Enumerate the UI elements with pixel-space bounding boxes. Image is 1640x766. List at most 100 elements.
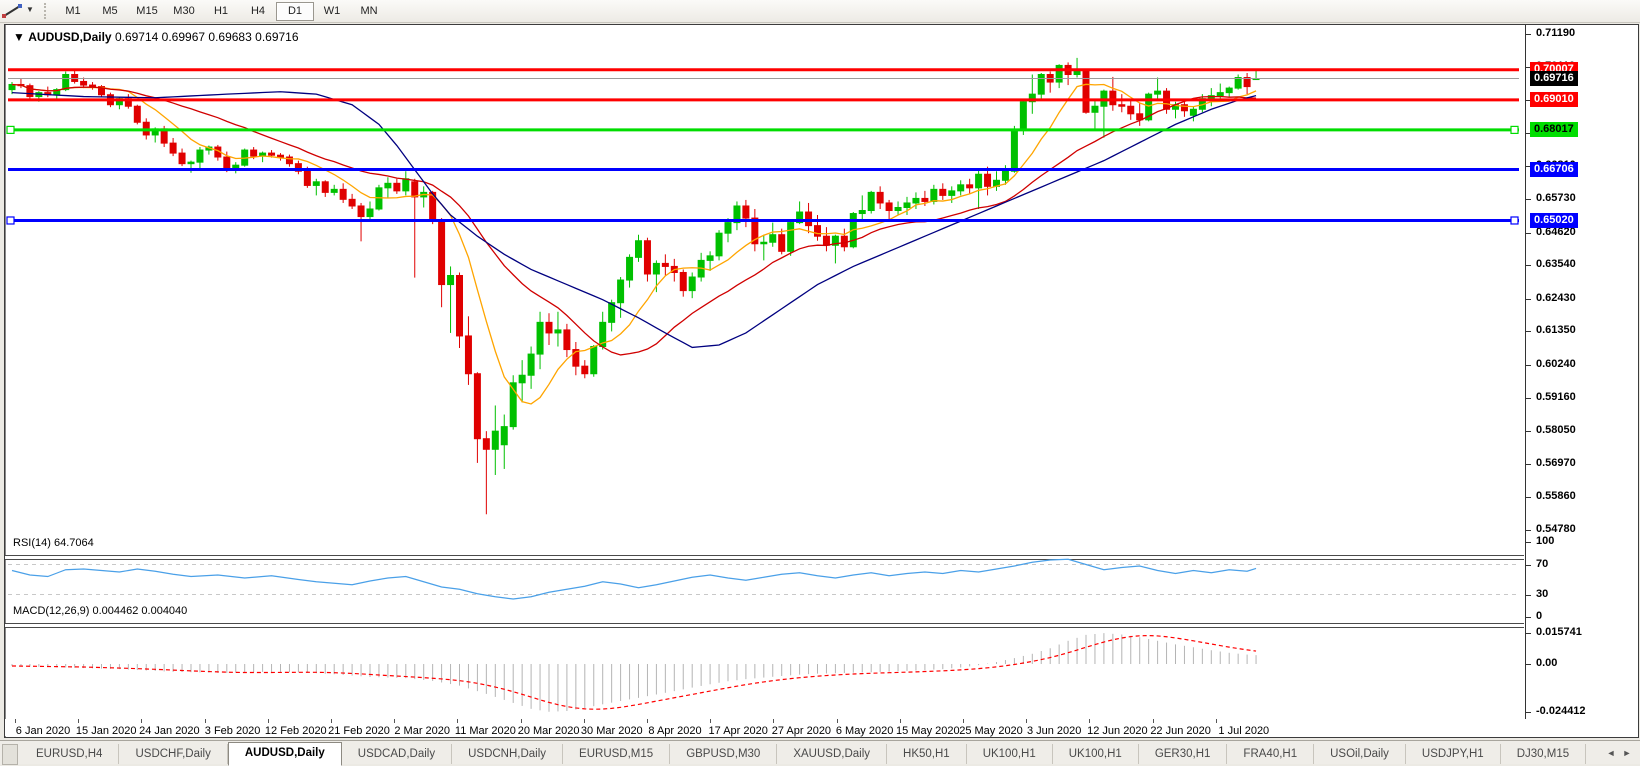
date-tick-mark (710, 719, 712, 723)
chart-tab-xauusd-daily[interactable]: XAUUSD,Daily (777, 744, 888, 764)
price-tick-mark (1526, 364, 1531, 366)
chart-tab-usdjpy-h1[interactable]: USDJPY,H1 (1406, 744, 1501, 764)
price-axis[interactable]: 0.711900.701100.690000.679200.668100.657… (1525, 25, 1638, 719)
chart-tab-uk100-h1[interactable]: UK100,H1 (967, 744, 1053, 764)
date-tick-mark (899, 719, 901, 723)
rsi-tick-mark (1526, 542, 1531, 543)
timeframe-button-d1[interactable]: D1 (276, 2, 314, 21)
date-label: 25 May 2020 (959, 725, 1023, 737)
price-tick-label: 0.54780 (1536, 522, 1576, 535)
price-tick-label: 0.56970 (1536, 456, 1576, 469)
chart-tab-audusd-daily[interactable]: AUDUSD,Daily (227, 742, 342, 766)
price-tick-mark (1526, 331, 1531, 333)
chart-tab-usoil-daily[interactable]: USOil,Daily (1314, 744, 1406, 764)
chart-tab-eurusd-m15[interactable]: EURUSD,M15 (563, 744, 671, 764)
title-high: 0.69967 (161, 30, 206, 44)
date-tick-mark (836, 719, 838, 723)
title-marker-icon: ▼ (13, 30, 25, 44)
timeframe-button-m5[interactable]: M5 (91, 2, 129, 21)
date-label: 27 Apr 2020 (771, 725, 832, 737)
top-toolbar: ▼ M1 M5 M15 M30 H1 H4 D1 W1 MN (0, 0, 1640, 23)
line-style-icon[interactable] (0, 2, 26, 20)
chart-tab-usdcnh-daily[interactable]: USDCNH,Daily (452, 744, 564, 764)
date-label: 3 Jun 2020 (1026, 725, 1082, 737)
timeframe-button-m1[interactable]: M1 (54, 2, 92, 21)
chart-tab-ger30-h1[interactable]: GER30,H1 (1139, 744, 1228, 764)
date-tick-mark (1089, 719, 1091, 723)
chart-window[interactable]: ▼ AUDUSD,Daily 0.69714 0.69967 0.69683 0… (4, 24, 1639, 738)
date-tick-mark (647, 719, 648, 723)
macd-level-label: 0.015741 (1536, 626, 1582, 639)
date-label: 20 Mar 2020 (517, 725, 580, 737)
date-label: 24 Jan 2020 (139, 725, 200, 737)
rsi-label: RSI(14) 64.7064 (13, 537, 94, 549)
rsi-tick-mark (1526, 617, 1531, 618)
panel-splitter-macd[interactable] (5, 623, 1524, 628)
chart-title: ▼ AUDUSD,Daily 0.69714 0.69967 0.69683 0… (13, 30, 299, 44)
timeframe-button-h1[interactable]: H1 (202, 2, 240, 21)
date-tick-mark (141, 719, 143, 723)
rsi-level-label: 70 (1536, 557, 1549, 570)
tab-list-button[interactable] (2, 744, 18, 765)
macd-level-label: 0.00 (1536, 657, 1558, 669)
rsi-level-label: 30 (1536, 587, 1549, 600)
chart-tab-dj30-m15[interactable]: DJ30,M15 (1501, 744, 1587, 764)
chart-tab-usdcad-daily[interactable]: USDCAD,Daily (342, 744, 453, 764)
title-open: 0.69714 (114, 30, 159, 44)
date-label: 21 Feb 2020 (328, 725, 390, 737)
price-badge: 0.69010 (1530, 92, 1578, 108)
title-close: 0.69716 (255, 30, 299, 44)
tab-scroll-right-icon[interactable]: ► (1620, 746, 1634, 760)
date-label: 15 May 2020 (895, 725, 960, 737)
chart-tab-uk100-h1[interactable]: UK100,H1 (1053, 744, 1139, 764)
price-tick-label: 0.60240 (1536, 357, 1576, 370)
price-tick-label: 0.63540 (1536, 258, 1576, 271)
chart-tab-hk50-h1[interactable]: HK50,H1 (887, 744, 967, 764)
chart-tab-gbpusd-m30[interactable]: GBPUSD,M30 (670, 744, 778, 764)
timeframe-button-h4[interactable]: H4 (239, 2, 277, 21)
timeframe-button-m30[interactable]: M30 (165, 2, 203, 21)
price-tick-mark (1526, 397, 1531, 399)
rsi-level-label: 100 (1536, 535, 1555, 547)
price-tick-label: 0.61350 (1536, 324, 1576, 337)
date-tick-mark (204, 719, 206, 723)
price-tick-label: 0.65730 (1536, 192, 1576, 205)
price-tick-label: 0.55860 (1536, 490, 1576, 503)
toolbar-grip[interactable] (44, 3, 50, 19)
macd-tick-mark (1526, 633, 1531, 635)
macd-label: MACD(12,26,9) 0.004462 0.004040 (13, 605, 188, 617)
date-tick-mark (1152, 719, 1154, 723)
date-tick-mark (773, 719, 775, 723)
date-tick-mark (1026, 719, 1028, 723)
tab-scroll-left-icon[interactable]: ◄ (1604, 746, 1618, 760)
date-tick-mark (520, 719, 522, 723)
macd-level-label: -0.024412 (1536, 705, 1586, 718)
chart-tab-eurusd-h4[interactable]: EURUSD,H4 (20, 744, 120, 764)
price-tick-mark (1526, 199, 1531, 201)
timeframe-button-w1[interactable]: W1 (313, 2, 351, 21)
panel-splitter-rsi[interactable] (5, 555, 1524, 560)
price-tick-mark (1526, 298, 1531, 300)
date-tick-mark (963, 719, 964, 723)
chart-tab-fra40-h1[interactable]: FRA40,H1 (1227, 744, 1315, 764)
macd-tick-mark (1526, 712, 1531, 714)
date-tick-mark (78, 719, 80, 723)
price-badge: 0.69716 (1530, 71, 1578, 87)
date-tick-mark (15, 719, 16, 723)
date-label: 12 Feb 2020 (264, 725, 327, 737)
price-tick-mark (1526, 232, 1531, 234)
date-tick-mark (331, 719, 332, 723)
title-symbol: AUDUSD,Daily (28, 30, 112, 44)
price-tick-mark (1526, 497, 1531, 499)
timeframe-button-mn[interactable]: MN (350, 2, 388, 21)
timeframe-button-m15[interactable]: M15 (128, 2, 166, 21)
date-label: 12 Jun 2020 (1087, 725, 1148, 737)
dropdown-caret-icon[interactable]: ▼ (26, 5, 34, 14)
chart-tab-usdchf-daily[interactable]: USDCHF,Daily (119, 744, 228, 764)
date-tick-mark (457, 719, 459, 723)
price-tick-mark (1526, 34, 1531, 35)
date-tick-mark (583, 719, 585, 723)
price-tick-label: 0.58050 (1536, 424, 1576, 437)
date-label: 1 Jul 2020 (1218, 725, 1270, 737)
price-badge: 0.68017 (1530, 122, 1578, 138)
